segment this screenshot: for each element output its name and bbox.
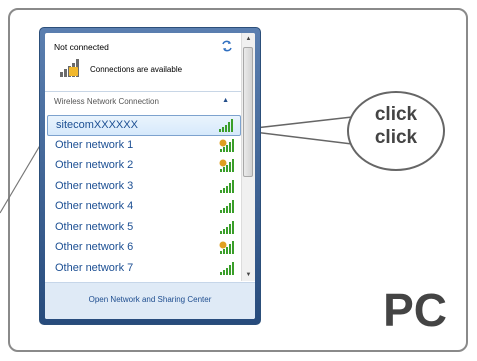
signal-strength-icon bbox=[220, 261, 234, 275]
network-item[interactable]: Other network 3 bbox=[47, 177, 241, 198]
network-name: Other network 1 bbox=[55, 138, 134, 151]
network-item[interactable]: Other network 1 bbox=[47, 136, 241, 157]
connection-status: Not connected bbox=[54, 42, 109, 52]
signal-strength-icon bbox=[220, 179, 234, 193]
network-name: Other network 6 bbox=[55, 241, 134, 253]
availability-text: Connections are available bbox=[90, 65, 183, 74]
wifi-flyout-body: Not connected Connections are available … bbox=[45, 33, 255, 319]
divider bbox=[45, 91, 241, 92]
network-name: Other network 5 bbox=[55, 220, 134, 233]
status-area: Not connected Connections are available … bbox=[45, 33, 255, 106]
callout-line-1: click bbox=[374, 104, 418, 125]
device-label: PC bbox=[383, 284, 447, 336]
scroll-down-arrow-icon[interactable]: ▼ bbox=[242, 269, 255, 281]
callout-line-2: click bbox=[374, 127, 418, 148]
callout-text: click click bbox=[347, 103, 445, 149]
secured-signal-icon bbox=[219, 138, 234, 152]
network-item[interactable]: Other network 5 bbox=[47, 218, 241, 239]
chevron-up-icon[interactable]: ▲ bbox=[222, 97, 229, 104]
network-item[interactable]: Other network 2 bbox=[47, 156, 241, 177]
scrollbar[interactable]: ▲ ▼ bbox=[241, 33, 255, 281]
network-item[interactable]: sitecomXXXXXX bbox=[47, 115, 241, 136]
network-name: Other network 2 bbox=[55, 159, 134, 171]
scroll-up-arrow-icon[interactable]: ▲ bbox=[242, 33, 255, 45]
network-name: Other network 7 bbox=[55, 261, 134, 274]
footer: Open Network and Sharing Center bbox=[45, 282, 255, 319]
section-label: Wireless Network Connection bbox=[54, 97, 159, 106]
network-name: sitecomXXXXXX bbox=[56, 119, 138, 131]
secured-signal-icon bbox=[219, 241, 234, 254]
network-item[interactable]: Other network 7 bbox=[47, 259, 241, 280]
signal-strength-icon bbox=[220, 200, 234, 213]
network-item[interactable]: Other network 4 bbox=[47, 197, 241, 218]
network-connections-icon bbox=[60, 59, 79, 77]
network-name: Other network 3 bbox=[55, 179, 134, 192]
signal-strength-icon bbox=[219, 119, 233, 132]
refresh-icon[interactable] bbox=[221, 40, 233, 52]
wifi-flyout: Not connected Connections are available … bbox=[39, 27, 261, 325]
network-list: sitecomXXXXXX Other network 1 Other netw… bbox=[47, 115, 241, 279]
open-network-center-link[interactable]: Open Network and Sharing Center bbox=[45, 295, 255, 304]
section-header[interactable]: Wireless Network Connection ▲ bbox=[45, 95, 241, 110]
signal-strength-icon bbox=[220, 220, 234, 234]
network-name: Other network 4 bbox=[55, 200, 134, 212]
scroll-thumb[interactable] bbox=[243, 47, 253, 177]
network-item[interactable]: Other network 6 bbox=[47, 238, 241, 259]
secured-signal-icon bbox=[219, 159, 234, 172]
